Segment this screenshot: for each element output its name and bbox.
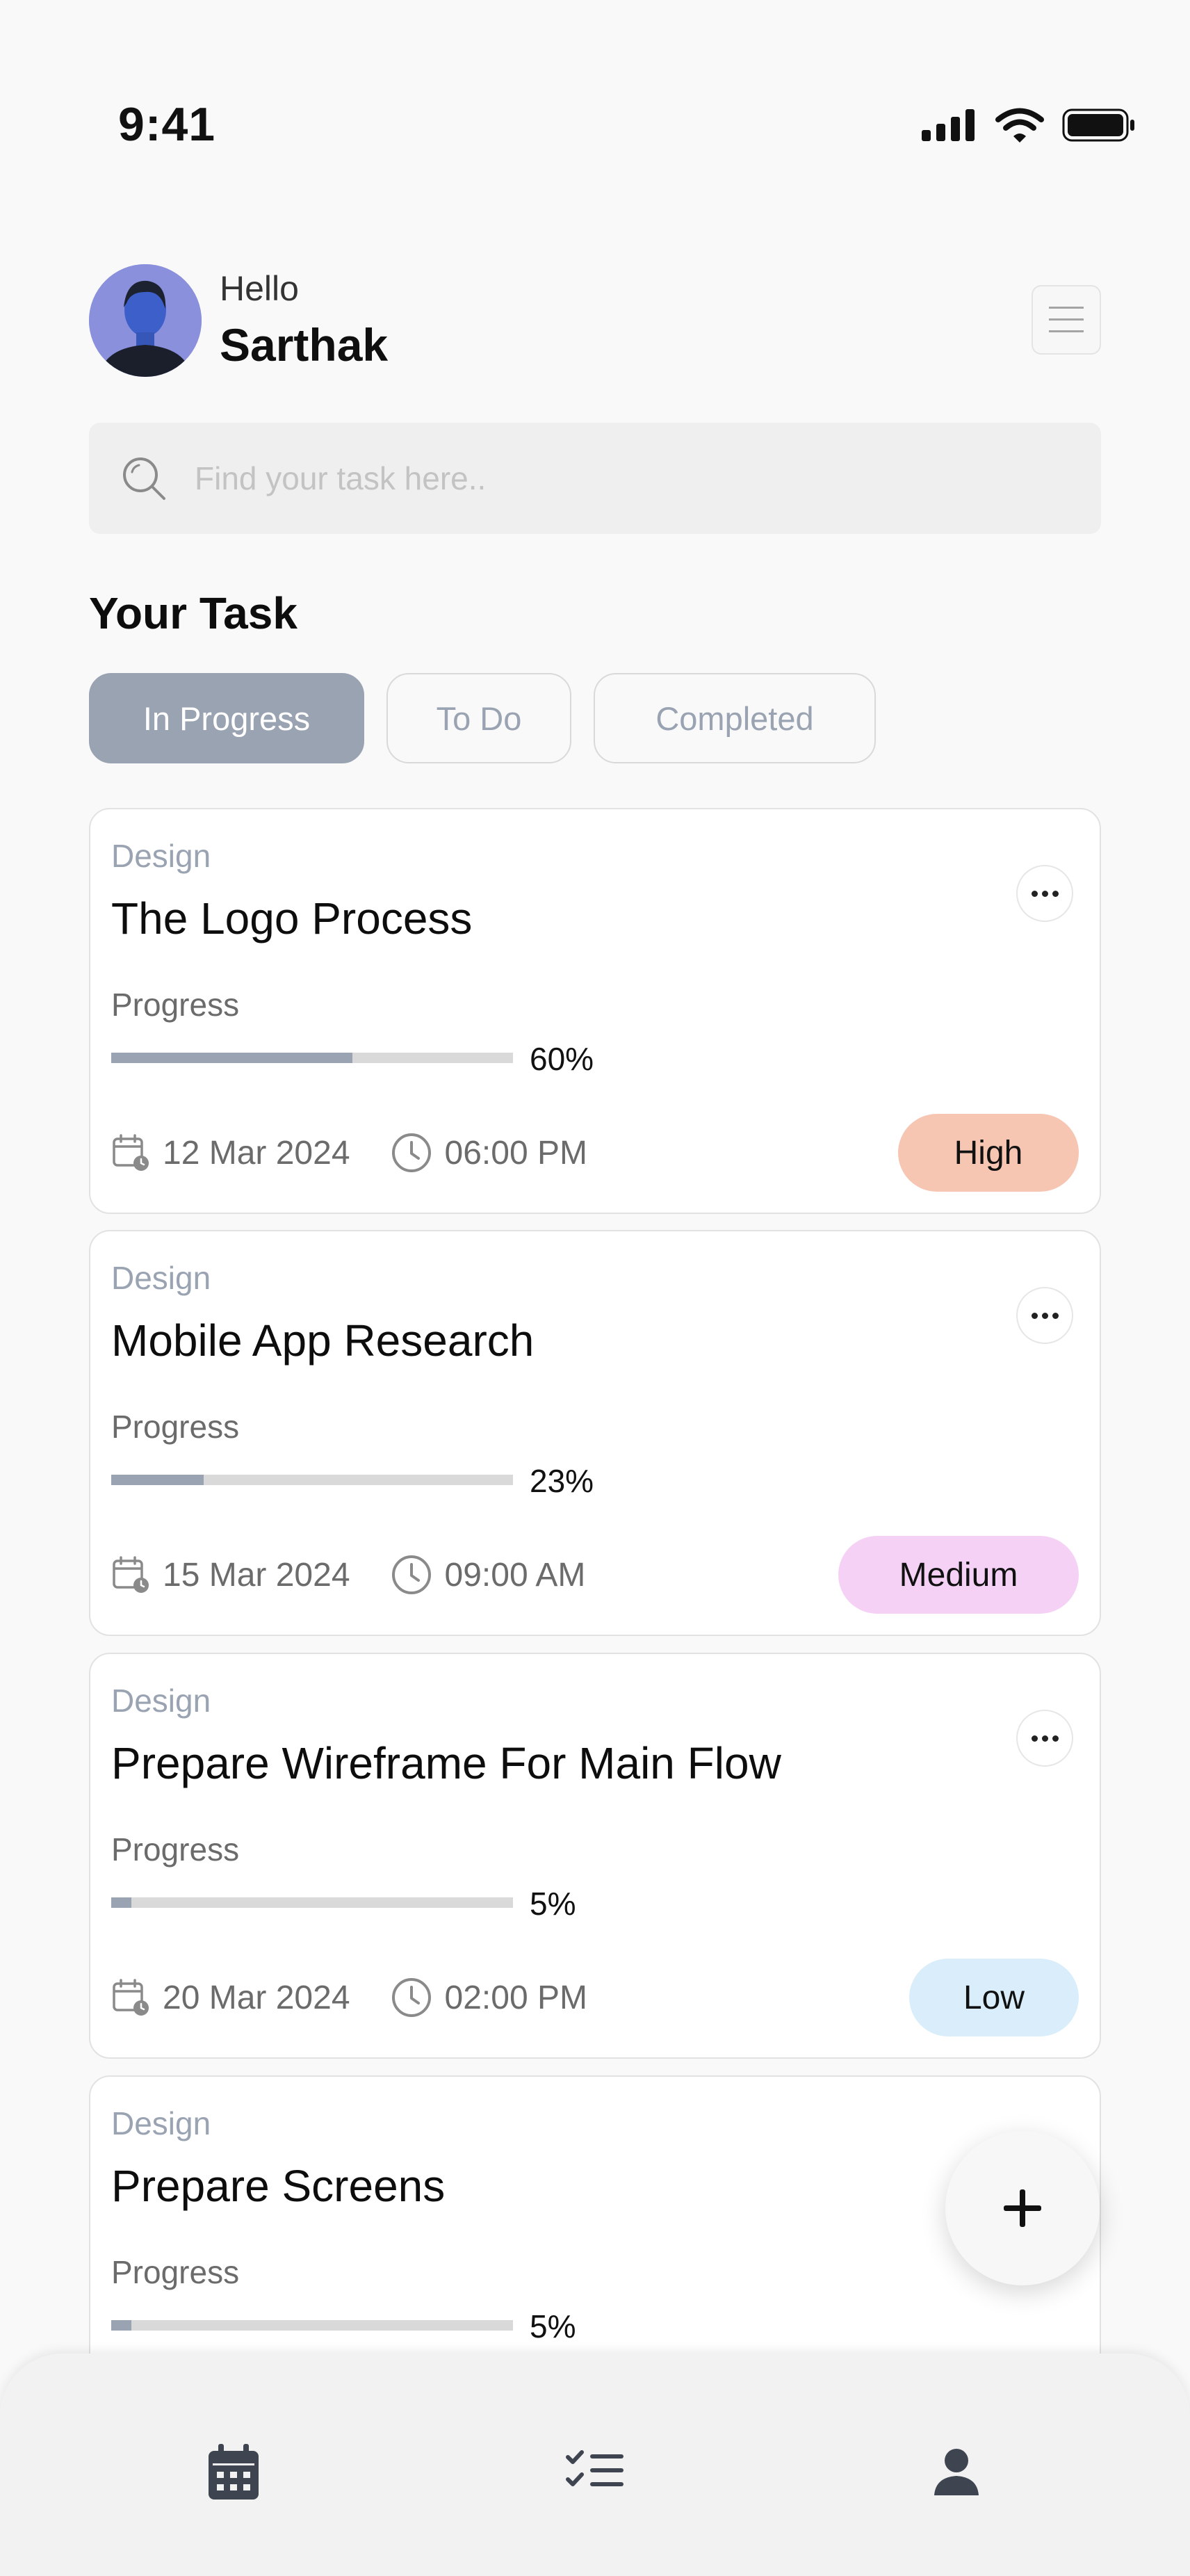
search-input[interactable]: Find your task here.. — [89, 423, 1101, 534]
task-card[interactable]: Design The Logo Process Progress 60% 12 … — [89, 808, 1101, 1214]
progress-bar — [111, 1053, 513, 1063]
task-list-icon — [566, 2450, 623, 2486]
progress-label: Progress — [111, 1831, 240, 1868]
user-name: Sarthak — [220, 319, 389, 371]
status-icons — [922, 108, 1136, 143]
status-bar: 9:41 — [0, 0, 1190, 181]
wifi-icon — [995, 108, 1044, 143]
tab-to-do[interactable]: To Do — [386, 673, 571, 763]
task-title: The Logo Process — [111, 893, 473, 943]
greeting-text: Hello — [220, 269, 299, 308]
menu-button[interactable] — [1032, 285, 1101, 355]
progress-label: Progress — [111, 1409, 240, 1445]
plus-icon — [1004, 2189, 1041, 2227]
task-category: Design — [111, 1260, 211, 1296]
section-title: Your Task — [89, 588, 298, 638]
search-placeholder: Find your task here.. — [195, 460, 487, 496]
nav-tasks[interactable] — [553, 2430, 637, 2513]
nav-calendar[interactable] — [192, 2430, 275, 2513]
task-time: 06:00 PM — [444, 1134, 587, 1172]
task-title: Prepare Wireframe For Main Flow — [111, 1738, 781, 1788]
task-time: 09:00 AM — [444, 1556, 586, 1594]
nav-profile[interactable] — [915, 2430, 998, 2513]
search-icon — [123, 457, 165, 500]
task-category: Design — [111, 2105, 211, 2141]
calendar-icon — [111, 1133, 150, 1172]
bottom-navigation — [0, 2354, 1190, 2576]
profile-icon — [934, 2449, 979, 2495]
task-meta: 15 Mar 2024 09:00 AM — [111, 1547, 585, 1603]
avatar[interactable] — [89, 264, 202, 377]
more-options-button[interactable] — [1016, 865, 1073, 922]
task-card[interactable]: Design Prepare Wireframe For Main Flow P… — [89, 1653, 1101, 2059]
progress-label: Progress — [111, 987, 240, 1023]
progress-label: Progress — [111, 2254, 240, 2290]
progress-fill — [111, 1053, 352, 1063]
clock-icon — [391, 1132, 432, 1174]
tab-in-progress[interactable]: In Progress — [89, 673, 364, 763]
progress-fill — [111, 1897, 131, 1908]
task-meta: 20 Mar 2024 02:00 PM — [111, 1970, 587, 2025]
calendar-icon — [111, 1978, 150, 2017]
priority-badge: Low — [909, 1959, 1079, 2036]
progress-bar — [111, 1475, 513, 1485]
clock-icon — [391, 1977, 432, 2018]
calendar-icon — [209, 2444, 259, 2500]
progress-fill — [111, 1475, 204, 1485]
progress-value: 5% — [530, 2308, 576, 2344]
hamburger-menu-icon — [1049, 307, 1084, 332]
more-dots-icon — [1031, 1312, 1038, 1319]
priority-badge: Medium — [838, 1536, 1079, 1614]
progress-value: 60% — [530, 1041, 594, 1077]
task-category: Design — [111, 838, 211, 874]
task-category: Design — [111, 1683, 211, 1719]
more-dots-icon — [1031, 890, 1038, 897]
more-dots-icon — [1031, 1735, 1038, 1742]
progress-value: 23% — [530, 1463, 594, 1499]
task-date: 20 Mar 2024 — [163, 1979, 350, 2016]
task-tabs: In Progress To Do Completed — [89, 673, 876, 763]
progress-value: 5% — [530, 1886, 576, 1922]
calendar-icon — [111, 1555, 150, 1594]
task-title: Prepare Screens — [111, 2161, 446, 2211]
progress-bar — [111, 1897, 513, 1908]
task-date: 15 Mar 2024 — [163, 1556, 350, 1594]
add-task-button[interactable] — [945, 2131, 1100, 2285]
priority-badge: High — [898, 1114, 1079, 1192]
status-time: 9:41 — [118, 98, 216, 151]
task-card[interactable]: Design Mobile App Research Progress 23% … — [89, 1230, 1101, 1636]
cellular-signal-icon — [922, 109, 975, 141]
clock-icon — [391, 1554, 432, 1596]
header: Hello Sarthak — [89, 264, 1101, 378]
task-meta: 12 Mar 2024 06:00 PM — [111, 1125, 587, 1181]
battery-icon — [1062, 108, 1134, 142]
more-options-button[interactable] — [1016, 1287, 1073, 1344]
task-time: 02:00 PM — [444, 1979, 587, 2016]
task-title: Mobile App Research — [111, 1315, 535, 1366]
tab-completed[interactable]: Completed — [594, 673, 876, 763]
more-options-button[interactable] — [1016, 1710, 1073, 1767]
avatar-image — [89, 264, 202, 377]
progress-fill — [111, 2320, 131, 2331]
task-date: 12 Mar 2024 — [163, 1134, 350, 1172]
progress-bar — [111, 2320, 513, 2331]
